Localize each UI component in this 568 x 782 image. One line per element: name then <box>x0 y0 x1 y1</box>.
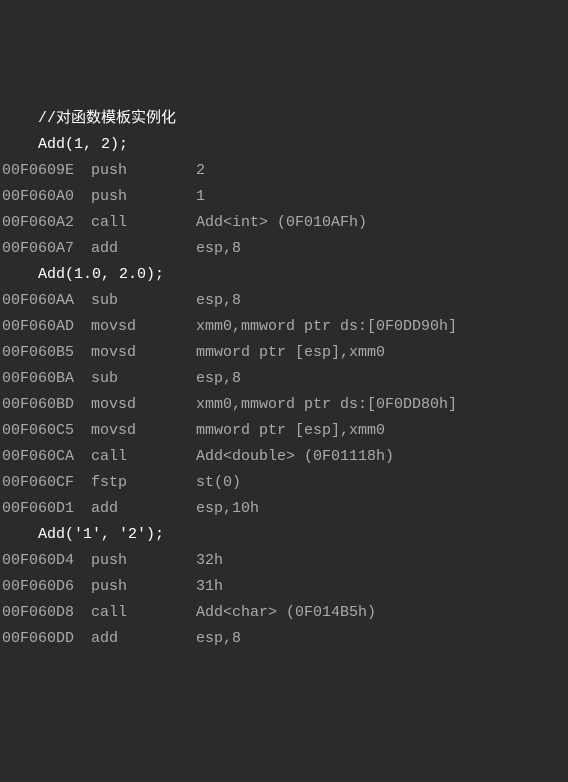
operands: esp,8 <box>196 630 241 647</box>
operands: xmm0,mmword ptr ds:[0F0DD90h] <box>196 318 457 335</box>
mnemonic: add <box>77 496 196 522</box>
address: 00F060CA <box>2 444 77 470</box>
source-line[interactable]: Add('1', '2'); <box>0 522 568 548</box>
asm-line[interactable]: 00F060D4push32h <box>0 548 568 574</box>
source-line[interactable]: //对函数模板实例化 <box>0 106 568 132</box>
mnemonic: add <box>77 236 196 262</box>
mnemonic: movsd <box>77 418 196 444</box>
asm-line[interactable]: 00F0609Epush2 <box>0 158 568 184</box>
address: 00F060C5 <box>2 418 77 444</box>
address: 00F060D6 <box>2 574 77 600</box>
address: 00F060AA <box>2 288 77 314</box>
address: 00F060D4 <box>2 548 77 574</box>
operands: mmword ptr [esp],xmm0 <box>196 422 385 439</box>
address: 00F060D1 <box>2 496 77 522</box>
asm-line[interactable]: 00F060BDmovsdxmm0,mmword ptr ds:[0F0DD80… <box>0 392 568 418</box>
asm-line[interactable]: 00F060BAsubesp,8 <box>0 366 568 392</box>
operands: esp,10h <box>196 500 259 517</box>
address: 00F0609E <box>2 158 77 184</box>
operands: 2 <box>196 162 205 179</box>
operands: esp,8 <box>196 240 241 257</box>
asm-line[interactable]: 00F060DDaddesp,8 <box>0 626 568 652</box>
asm-line[interactable]: 00F060A7addesp,8 <box>0 236 568 262</box>
asm-line[interactable]: 00F060D8callAdd<char> (0F014B5h) <box>0 600 568 626</box>
asm-line[interactable]: 00F060A2callAdd<int> (0F010AFh) <box>0 210 568 236</box>
address: 00F060DD <box>2 626 77 652</box>
operands: st(0) <box>196 474 241 491</box>
asm-line[interactable]: 00F060A0push1 <box>0 184 568 210</box>
operands: 31h <box>196 578 223 595</box>
operands: 1 <box>196 188 205 205</box>
address: 00F060A0 <box>2 184 77 210</box>
address: 00F060D8 <box>2 600 77 626</box>
operands: esp,8 <box>196 292 241 309</box>
address: 00F060AD <box>2 314 77 340</box>
address: 00F060CF <box>2 470 77 496</box>
operands: Add<double> (0F01118h) <box>196 448 394 465</box>
source-line[interactable]: Add(1, 2); <box>0 132 568 158</box>
mnemonic: push <box>77 548 196 574</box>
address: 00F060BA <box>2 366 77 392</box>
mnemonic: push <box>77 184 196 210</box>
asm-line[interactable]: 00F060CFfstpst(0) <box>0 470 568 496</box>
address: 00F060B5 <box>2 340 77 366</box>
asm-line[interactable]: 00F060D1addesp,10h <box>0 496 568 522</box>
asm-line[interactable]: 00F060C5movsdmmword ptr [esp],xmm0 <box>0 418 568 444</box>
mnemonic: fstp <box>77 470 196 496</box>
source-text: //对函数模板实例化 <box>2 110 176 127</box>
source-text: Add(1.0, 2.0); <box>2 266 164 283</box>
operands: Add<int> (0F010AFh) <box>196 214 367 231</box>
asm-line[interactable]: 00F060B5movsdmmword ptr [esp],xmm0 <box>0 340 568 366</box>
source-text: Add('1', '2'); <box>2 526 164 543</box>
mnemonic: sub <box>77 288 196 314</box>
disassembly-view[interactable]: //对函数模板实例化Add(1, 2);00F0609Epush200F060A… <box>0 104 568 652</box>
asm-line[interactable]: 00F060D6push31h <box>0 574 568 600</box>
mnemonic: call <box>77 210 196 236</box>
mnemonic: push <box>77 574 196 600</box>
mnemonic: push <box>77 158 196 184</box>
operands: esp,8 <box>196 370 241 387</box>
mnemonic: add <box>77 626 196 652</box>
operands: xmm0,mmword ptr ds:[0F0DD80h] <box>196 396 457 413</box>
mnemonic: movsd <box>77 392 196 418</box>
address: 00F060A7 <box>2 236 77 262</box>
mnemonic: call <box>77 600 196 626</box>
asm-line[interactable]: 00F060AAsubesp,8 <box>0 288 568 314</box>
operands: mmword ptr [esp],xmm0 <box>196 344 385 361</box>
source-line[interactable]: Add(1.0, 2.0); <box>0 262 568 288</box>
mnemonic: sub <box>77 366 196 392</box>
mnemonic: movsd <box>77 314 196 340</box>
asm-line[interactable]: 00F060ADmovsdxmm0,mmword ptr ds:[0F0DD90… <box>0 314 568 340</box>
operands: Add<char> (0F014B5h) <box>196 604 376 621</box>
mnemonic: call <box>77 444 196 470</box>
address: 00F060BD <box>2 392 77 418</box>
mnemonic: movsd <box>77 340 196 366</box>
asm-line[interactable]: 00F060CAcallAdd<double> (0F01118h) <box>0 444 568 470</box>
address: 00F060A2 <box>2 210 77 236</box>
operands: 32h <box>196 552 223 569</box>
source-text: Add(1, 2); <box>2 136 128 153</box>
